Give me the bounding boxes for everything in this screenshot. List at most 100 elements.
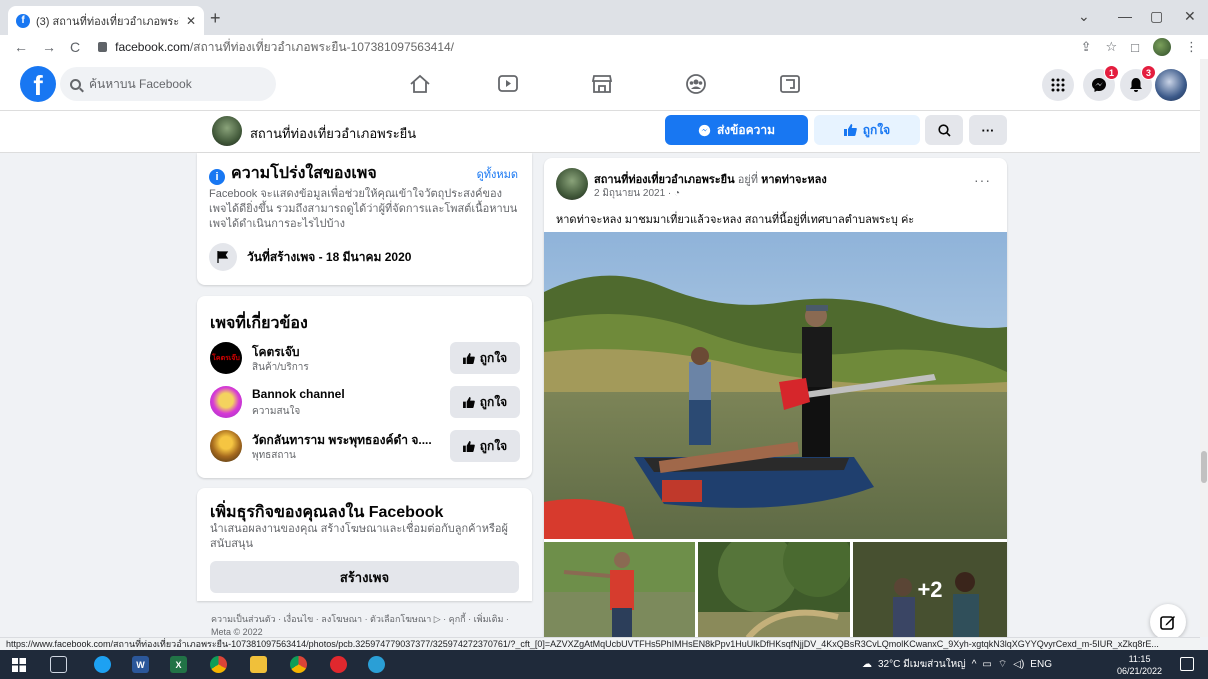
minimize-button[interactable]: —: [1118, 8, 1132, 24]
like-label: ถูกใจ: [479, 350, 508, 365]
url-path: /สถานที่ท่องเที่ยวอำเภอพระยืน-1073810975…: [189, 39, 455, 54]
volume-icon[interactable]: ◁): [1013, 659, 1024, 670]
post-menu-button[interactable]: ···: [974, 172, 991, 188]
maximize-button[interactable]: ▢: [1150, 8, 1163, 25]
language-indicator[interactable]: ENG: [1030, 659, 1052, 670]
forward-icon[interactable]: →: [42, 39, 56, 55]
post-author-avatar[interactable]: [556, 168, 588, 200]
search-icon: [70, 78, 81, 90]
back-icon[interactable]: ←: [14, 39, 28, 55]
more-photos-overlay[interactable]: +2: [853, 542, 1007, 638]
account-avatar[interactable]: [1155, 69, 1187, 101]
scrollbar-thumb[interactable]: [1201, 451, 1207, 483]
bookmark-star-icon[interactable]: ☆: [1105, 39, 1117, 55]
browser-tab[interactable]: f (3) สถานที่ท่องเที่ยวอำเภอพระยืน | Fa …: [8, 6, 204, 35]
related-like-button[interactable]: ถูกใจ: [450, 386, 520, 418]
messenger-icon: [1092, 78, 1106, 92]
url-host: facebook.com: [115, 40, 190, 54]
related-page-avatar[interactable]: โคตรเจ๊บ: [210, 342, 242, 374]
file-explorer-icon[interactable]: [250, 656, 267, 673]
thumbs-up-icon: [462, 440, 475, 452]
like-page-button[interactable]: ถูกใจ: [814, 115, 920, 145]
notification-center-icon[interactable]: [1180, 657, 1194, 671]
groups-icon[interactable]: [684, 72, 708, 96]
page-transparency-card: i ความโปร่งใสของเพจ ดูทั้งหมด Facebook จะ…: [197, 153, 532, 285]
opera-icon[interactable]: [330, 656, 347, 673]
facebook-logo-icon[interactable]: f: [20, 66, 56, 102]
page-scrollbar[interactable]: [1200, 59, 1208, 637]
home-icon[interactable]: [408, 72, 432, 96]
send-message-button[interactable]: ส่งข้อความ: [665, 115, 808, 145]
footer-links[interactable]: ความเป็นส่วนตัว · เงื่อนไข · ลงโฆษณา · ต…: [211, 613, 526, 639]
sidebar-icon[interactable]: □: [1131, 40, 1139, 55]
related-page-item[interactable]: Bannok channel ความสนใจ ถูกใจ: [210, 386, 520, 422]
tab-close-icon[interactable]: ✕: [186, 14, 196, 28]
create-page-button[interactable]: สร้างเพจ: [210, 561, 519, 593]
transparency-title: ความโปร่งใสของเพจ: [231, 165, 377, 182]
post-main-photo[interactable]: [544, 232, 1007, 539]
related-page-name[interactable]: Bannok channel: [252, 387, 345, 401]
marketplace-icon[interactable]: [590, 72, 614, 96]
post-at-word: อยู่ที่: [737, 174, 758, 186]
page-search-button[interactable]: [925, 115, 963, 145]
related-page-item[interactable]: โคตรเจ๊บ โคตรเจ๊บ สินค้า/บริการ ถูกใจ: [210, 342, 520, 378]
post-date[interactable]: 2 มิถุนายน 2021 · ◔: [594, 186, 680, 201]
related-page-category: สินค้า/บริการ: [252, 362, 309, 373]
page-avatar[interactable]: [212, 116, 242, 146]
weather-text[interactable]: 32°C มีเมฆส่วนใหญ่: [878, 657, 966, 672]
tray-chevron-icon[interactable]: ^: [972, 659, 977, 670]
gaming-icon[interactable]: [778, 72, 802, 96]
share-icon[interactable]: ⇪: [1081, 39, 1092, 55]
see-all-link[interactable]: ดูทั้งหมด: [477, 165, 518, 183]
page-more-button[interactable]: ···: [969, 115, 1007, 145]
related-like-button[interactable]: ถูกใจ: [450, 342, 520, 374]
excel-icon[interactable]: X: [170, 656, 187, 673]
page-title[interactable]: สถานที่ท่องเที่ยวอำเภอพระยืน: [250, 123, 416, 144]
post-text: หาดท่าจะหลง มาชมมาเที่ยวแล้วจะหลง สถานที…: [556, 214, 915, 226]
post-thumbnail[interactable]: [698, 542, 850, 638]
menu-grid-icon[interactable]: [1042, 69, 1074, 101]
post-card: สถานที่ท่องเที่ยวอำเภอพระยืน อยู่ที่ หาด…: [544, 158, 1007, 638]
windows-start-icon[interactable]: [10, 656, 27, 673]
profile-avatar[interactable]: [1153, 38, 1171, 56]
network-icon[interactable]: ▭: [982, 659, 991, 670]
post-author-name[interactable]: สถานที่ท่องเที่ยวอำเภอพระยืน: [594, 174, 735, 186]
messenger-button[interactable]: 1: [1083, 65, 1119, 101]
task-view-icon[interactable]: [50, 656, 67, 673]
word-icon[interactable]: W: [132, 656, 149, 673]
browser-menu-icon[interactable]: ⋮: [1185, 39, 1198, 55]
close-window-button[interactable]: ✕: [1184, 8, 1196, 25]
windows-taskbar: W X ☁ 32°C มีเมฆส่วนใหญ่ ^ ▭ ⌔ ◁) ENG 11…: [0, 650, 1208, 679]
chrome-icon[interactable]: [210, 656, 227, 673]
url-field[interactable]: facebook.com/สถานที่ท่องเที่ยวอำเภอพระยื…: [98, 38, 454, 57]
wifi-icon[interactable]: ⌔: [998, 658, 1007, 671]
edge-icon[interactable]: [94, 656, 111, 673]
send-message-label: ส่งข้อความ: [716, 122, 775, 137]
related-page-category: พุทธสถาน: [252, 450, 296, 461]
taskbar-clock[interactable]: 11:15 06/21/2022: [1117, 653, 1162, 677]
related-page-avatar[interactable]: [210, 430, 242, 462]
related-page-category: ความสนใจ: [252, 406, 301, 417]
related-page-avatar[interactable]: [210, 386, 242, 418]
post-location[interactable]: หาดท่าจะหลง: [761, 174, 827, 186]
thumbs-up-icon: [843, 124, 857, 136]
search-placeholder: ค้นหาบน Facebook: [89, 76, 192, 91]
post-thumbnail[interactable]: +2: [853, 542, 1007, 638]
new-message-button[interactable]: [1150, 604, 1186, 640]
like-label: ถูกใจ: [479, 394, 508, 409]
notifications-button[interactable]: 3: [1120, 65, 1156, 101]
system-tray: ☁ 32°C มีเมฆส่วนใหญ่ ^ ▭ ⌔ ◁) ENG: [862, 650, 1052, 679]
app-icon[interactable]: [368, 656, 385, 673]
tab-search-icon[interactable]: ⌄: [1078, 8, 1090, 25]
thumbs-up-icon: [462, 396, 475, 408]
search-icon: [937, 123, 951, 137]
chrome-icon[interactable]: [290, 656, 307, 673]
address-bar: ← → C facebook.com/สถานที่ท่องเที่ยวอำเภ…: [0, 35, 1208, 59]
related-page-item[interactable]: วัดกลันทาราม พระพุทธองค์ดำ จ.... พุทธสถา…: [210, 430, 520, 466]
related-like-button[interactable]: ถูกใจ: [450, 430, 520, 462]
reload-icon[interactable]: C: [70, 39, 80, 55]
watch-icon[interactable]: [496, 72, 520, 96]
search-input[interactable]: ค้นหาบน Facebook: [60, 67, 276, 101]
post-thumbnail[interactable]: [544, 542, 695, 638]
new-tab-button[interactable]: +: [210, 8, 221, 29]
